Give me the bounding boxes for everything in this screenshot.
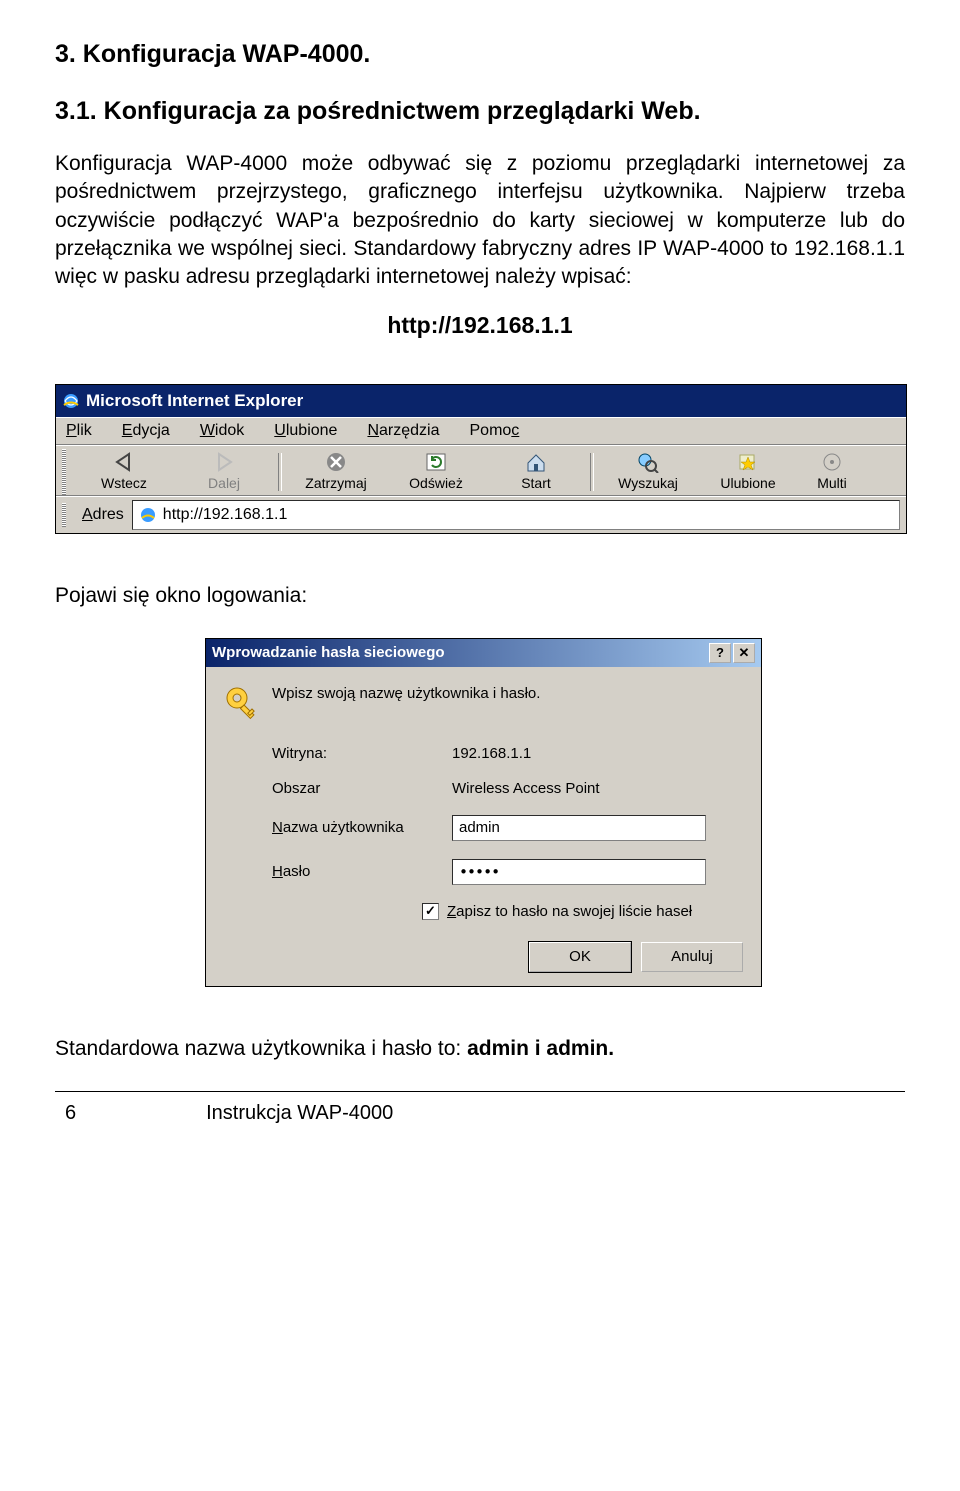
save-password-label: Zapisz to hasło na swojej liście haseł [447,903,692,920]
dialog-title-text: Wprowadzanie hasła sieciowego [212,644,445,661]
media-icon [820,451,844,473]
save-password-checkbox[interactable]: ✓ [422,903,439,920]
home-icon [524,451,548,473]
ie-menubar: Plik Edycja Widok Ulubione Narzędzia Pom… [56,417,906,445]
site-label: Witryna: [272,745,452,762]
help-button[interactable]: ? [709,643,731,663]
favorites-icon [736,451,760,473]
key-icon [224,685,272,727]
ie-address-bar: Adres http://192.168.1.1 [56,496,906,533]
ie-icon [62,392,80,410]
ok-button[interactable]: OK [529,942,631,972]
menu-edycja[interactable]: Edycja [122,422,170,440]
close-button[interactable]: ✕ [733,643,755,663]
forward-icon [211,451,237,473]
heading-chapter: 3. Konfiguracja WAP-4000. [55,40,905,69]
ie-toolbar: Wstecz Dalej Zatrzymaj Odśwież Start [56,445,906,496]
paragraph-intro: Konfiguracja WAP-4000 może odbywać się z… [55,150,905,292]
auth-dialog: Wprowadzanie hasła sieciowego ? ✕ Wpisz … [205,638,762,987]
realm-value: Wireless Access Point [452,780,743,797]
home-button[interactable]: Start [486,449,586,495]
stop-button[interactable]: Zatrzymaj [286,449,386,495]
username-label: Nazwa użytkownika [272,819,452,836]
search-button[interactable]: Wyszukaj [598,449,698,495]
toolbar-grip[interactable] [62,449,66,495]
menu-narzedzia[interactable]: Narzędzia [367,422,439,440]
heading-section: 3.1. Konfiguracja za pośrednictwem przeg… [55,97,905,126]
back-button[interactable]: Wstecz [74,449,174,495]
paragraph-credentials: Standardowa nazwa użytkownika i hasło to… [55,1037,905,1061]
page-icon [139,506,157,524]
refresh-icon [424,451,448,473]
stop-icon [324,451,348,473]
paragraph-login: Pojawi się okno logowania: [55,584,905,608]
toolbar-sep [278,453,282,491]
media-button[interactable]: Multi [798,449,866,495]
username-input[interactable]: admin [452,815,706,841]
address-label: Adres [82,506,124,524]
menu-plik[interactable]: Plik [66,422,92,440]
password-input[interactable]: ••••• [452,859,706,885]
address-value: http://192.168.1.1 [163,506,288,524]
password-label: Hasło [272,863,452,880]
ie-titlebar: Microsoft Internet Explorer [56,385,906,417]
page-footer: 6 Instrukcja WAP-4000 [55,1092,905,1125]
site-value: 192.168.1.1 [452,745,743,762]
config-url: http://192.168.1.1 [55,312,905,339]
menu-pomoc[interactable]: Pomoc [470,422,520,440]
dialog-titlebar: Wprowadzanie hasła sieciowego ? ✕ [206,639,761,667]
refresh-button[interactable]: Odśwież [386,449,486,495]
address-input[interactable]: http://192.168.1.1 [132,500,900,530]
dialog-prompt: Wpisz swoją nazwę użytkownika i hasło. [272,685,540,702]
ie-window: Microsoft Internet Explorer Plik Edycja … [55,384,907,534]
search-icon [636,451,660,473]
menu-widok[interactable]: Widok [200,422,244,440]
address-grip[interactable] [62,503,66,527]
favorites-button[interactable]: Ulubione [698,449,798,495]
footer-title: Instrukcja WAP-4000 [206,1102,393,1125]
toolbar-sep2 [590,453,594,491]
page-number: 6 [55,1102,76,1125]
ie-title-text: Microsoft Internet Explorer [86,391,303,411]
cancel-button[interactable]: Anuluj [641,942,743,972]
menu-ulubione[interactable]: Ulubione [274,422,337,440]
realm-label: Obszar [272,780,452,797]
forward-button[interactable]: Dalej [174,449,274,495]
back-icon [111,451,137,473]
